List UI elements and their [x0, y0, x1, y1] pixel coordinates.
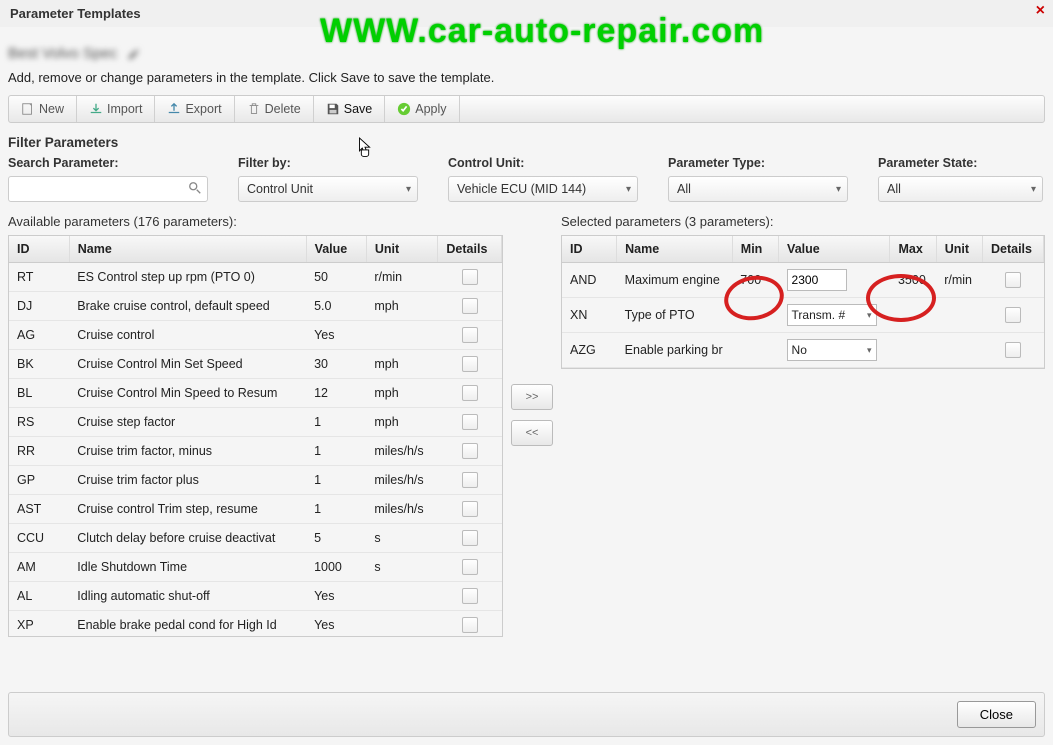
table-row[interactable]: BKCruise Control Min Set Speed30mph	[9, 350, 502, 379]
table-row[interactable]: ALIdling automatic shut-offYes	[9, 582, 502, 611]
control-unit-dropdown[interactable]: Vehicle ECU (MID 144)	[448, 176, 638, 202]
sel-col-name[interactable]: Name	[617, 236, 733, 263]
table-row[interactable]: BLCruise Control Min Speed to Resum12mph	[9, 379, 502, 408]
selected-title: Selected parameters (3 parameters):	[561, 214, 1045, 229]
new-button[interactable]: New	[9, 96, 77, 122]
value-select[interactable]: Transm. #	[787, 304, 877, 326]
template-name-row: Best Volvo Spec	[8, 45, 1045, 62]
pencil-icon[interactable]	[127, 47, 141, 61]
table-row[interactable]: ANDMaximum engine7003500r/min	[562, 263, 1044, 298]
value-input[interactable]	[787, 269, 847, 291]
col-name[interactable]: Name	[69, 236, 306, 263]
sel-col-min[interactable]: Min	[732, 236, 778, 263]
details-icon[interactable]	[462, 298, 478, 314]
filter-by-dropdown[interactable]: Control Unit	[238, 176, 418, 202]
remove-button[interactable]: <<	[511, 420, 553, 446]
details-icon[interactable]	[462, 530, 478, 546]
table-row[interactable]: XPEnable brake pedal cond for High IdYes	[9, 611, 502, 637]
apply-button[interactable]: Apply	[385, 96, 459, 122]
details-icon[interactable]	[462, 559, 478, 575]
filter-section-title: Filter Parameters	[8, 135, 1045, 150]
search-label: Search Parameter:	[8, 156, 208, 170]
table-row[interactable]: RRCruise trim factor, minus1miles/h/s	[9, 437, 502, 466]
save-button[interactable]: Save	[314, 96, 386, 122]
details-icon[interactable]	[462, 414, 478, 430]
control-unit-label: Control Unit:	[448, 156, 638, 170]
new-icon	[21, 102, 35, 116]
table-row[interactable]: AGCruise controlYes	[9, 321, 502, 350]
sel-col-details[interactable]: Details	[982, 236, 1043, 263]
details-icon[interactable]	[462, 269, 478, 285]
table-row[interactable]: AZGEnable parking brNo	[562, 333, 1044, 368]
export-icon	[167, 102, 181, 116]
import-icon	[89, 102, 103, 116]
table-row[interactable]: RTES Control step up rpm (PTO 0)50r/min	[9, 263, 502, 292]
param-type-dropdown[interactable]: All	[668, 176, 848, 202]
col-details[interactable]: Details	[438, 236, 502, 263]
table-row[interactable]: ASTCruise control Trim step, resume1mile…	[9, 495, 502, 524]
details-icon[interactable]	[462, 443, 478, 459]
template-name: Best Volvo Spec	[8, 45, 117, 62]
save-icon	[326, 102, 340, 116]
table-row[interactable]: GPCruise trim factor plus1miles/h/s	[9, 466, 502, 495]
check-icon	[397, 102, 411, 116]
details-icon[interactable]	[1005, 307, 1021, 323]
filter-by-label: Filter by:	[238, 156, 418, 170]
delete-button[interactable]: Delete	[235, 96, 314, 122]
details-icon[interactable]	[1005, 272, 1021, 288]
close-icon[interactable]: ×	[1036, 2, 1045, 20]
value-select[interactable]: No	[787, 339, 877, 361]
details-icon[interactable]	[462, 472, 478, 488]
trash-icon	[247, 102, 261, 116]
details-icon[interactable]	[462, 617, 478, 633]
details-icon[interactable]	[462, 356, 478, 372]
footer-bar: Close	[8, 692, 1045, 737]
available-table: ID Name Value Unit Details RTES Control …	[9, 236, 502, 636]
toolbar: New Import Export Delete Save Apply	[8, 95, 1045, 123]
title-bar: Parameter Templates ×	[0, 0, 1053, 27]
sel-col-value[interactable]: Value	[779, 236, 890, 263]
table-row[interactable]: CCUClutch delay before cruise deactivat5…	[9, 524, 502, 553]
param-state-dropdown[interactable]: All	[878, 176, 1043, 202]
param-type-label: Parameter Type:	[668, 156, 848, 170]
details-icon[interactable]	[462, 588, 478, 604]
table-row[interactable]: RSCruise step factor1mph	[9, 408, 502, 437]
details-icon[interactable]	[462, 385, 478, 401]
instruction-text: Add, remove or change parameters in the …	[8, 70, 1045, 85]
details-icon[interactable]	[462, 327, 478, 343]
col-id[interactable]: ID	[9, 236, 69, 263]
table-row[interactable]: AMIdle Shutdown Time1000s	[9, 553, 502, 582]
search-input[interactable]	[8, 176, 208, 202]
add-button[interactable]: >>	[511, 384, 553, 410]
export-button[interactable]: Export	[155, 96, 234, 122]
col-value[interactable]: Value	[306, 236, 366, 263]
table-row[interactable]: DJBrake cruise control, default speed5.0…	[9, 292, 502, 321]
param-state-label: Parameter State:	[878, 156, 1043, 170]
sel-col-unit[interactable]: Unit	[936, 236, 982, 263]
available-table-scroll[interactable]: ID Name Value Unit Details RTES Control …	[9, 236, 502, 636]
col-unit[interactable]: Unit	[366, 236, 438, 263]
selected-table: ID Name Min Value Max Unit Details ANDMa…	[562, 236, 1044, 368]
window-title: Parameter Templates	[10, 6, 141, 21]
sel-col-max[interactable]: Max	[890, 236, 936, 263]
details-icon[interactable]	[1005, 342, 1021, 358]
import-button[interactable]: Import	[77, 96, 155, 122]
search-icon[interactable]	[188, 181, 202, 195]
available-title: Available parameters (176 parameters):	[8, 214, 503, 229]
table-row[interactable]: XNType of PTOTransm. #	[562, 298, 1044, 333]
close-button[interactable]: Close	[957, 701, 1036, 728]
details-icon[interactable]	[462, 501, 478, 517]
filters-row: Search Parameter: Filter by: Control Uni…	[8, 156, 1045, 202]
sel-col-id[interactable]: ID	[562, 236, 617, 263]
